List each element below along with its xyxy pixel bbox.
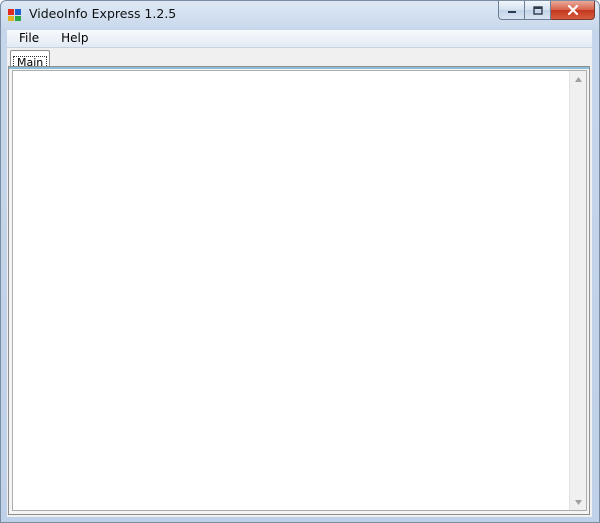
menu-bar: File Help bbox=[7, 30, 592, 48]
minimize-button[interactable] bbox=[498, 1, 525, 20]
info-text-area[interactable] bbox=[12, 70, 587, 511]
caption-buttons bbox=[498, 1, 595, 21]
arrow-up-icon bbox=[574, 76, 582, 82]
menu-item-help[interactable]: Help bbox=[49, 30, 98, 47]
videoinfo-app-icon bbox=[8, 9, 21, 21]
client-area: Main bbox=[7, 48, 592, 517]
application-window: VideoInfo Express 1.2.5 File Help Main bbox=[0, 0, 600, 523]
menu-item-file[interactable]: File bbox=[7, 30, 49, 47]
close-icon bbox=[567, 5, 578, 15]
scroll-down-button[interactable] bbox=[570, 494, 586, 510]
close-button[interactable] bbox=[551, 1, 595, 20]
tab-panel-accent-line bbox=[9, 67, 589, 69]
window-title: VideoInfo Express 1.2.5 bbox=[29, 6, 177, 21]
arrow-down-icon bbox=[574, 499, 582, 505]
minimize-icon bbox=[507, 11, 516, 13]
tab-main[interactable]: Main bbox=[10, 50, 51, 70]
scroll-up-button[interactable] bbox=[570, 71, 586, 87]
title-bar[interactable]: VideoInfo Express 1.2.5 bbox=[1, 1, 599, 29]
maximize-button[interactable] bbox=[525, 1, 551, 20]
main-tab-panel bbox=[8, 66, 590, 515]
vertical-scrollbar[interactable] bbox=[569, 71, 586, 510]
scroll-track[interactable] bbox=[570, 87, 586, 494]
maximize-icon bbox=[532, 5, 543, 15]
